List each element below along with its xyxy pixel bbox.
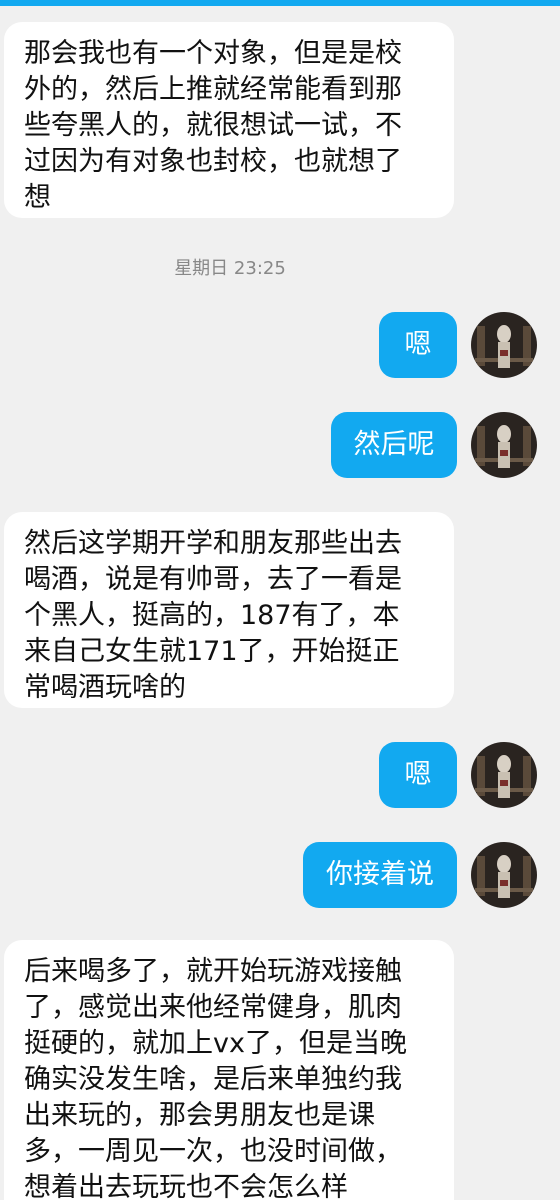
outgoing-message-bubble[interactable]: 你接着说 bbox=[303, 842, 457, 908]
outgoing-message-bubble[interactable]: 然后呢 bbox=[331, 412, 457, 478]
user-avatar[interactable] bbox=[471, 412, 537, 478]
incoming-message-bubble[interactable]: 那会我也有一个对象，但是是校 外的，然后上推就经常能看到那 些夸黑人的，就很想试… bbox=[4, 22, 454, 218]
portrait-avatar-icon bbox=[471, 842, 537, 908]
incoming-message-bubble[interactable]: 然后这学期开学和朋友那些出去 喝酒，说是有帅哥，去了一看是 个黑人，挺高的，18… bbox=[4, 512, 454, 708]
portrait-avatar-icon bbox=[471, 412, 537, 478]
user-avatar[interactable] bbox=[471, 312, 537, 378]
user-avatar[interactable] bbox=[471, 742, 537, 808]
user-avatar[interactable] bbox=[471, 842, 537, 908]
outgoing-message-bubble[interactable]: 嗯 bbox=[379, 312, 457, 378]
outgoing-message-bubble[interactable]: 嗯 bbox=[379, 742, 457, 808]
incoming-message-bubble[interactable]: 后来喝多了，就开始玩游戏接触 了，感觉出来他经常健身，肌肉 挺硬的，就加上vx了… bbox=[4, 940, 454, 1200]
portrait-avatar-icon bbox=[471, 312, 537, 378]
message-timestamp: 星期日 23:25 bbox=[174, 258, 286, 279]
portrait-avatar-icon bbox=[471, 742, 537, 808]
top-status-bar bbox=[0, 0, 560, 6]
